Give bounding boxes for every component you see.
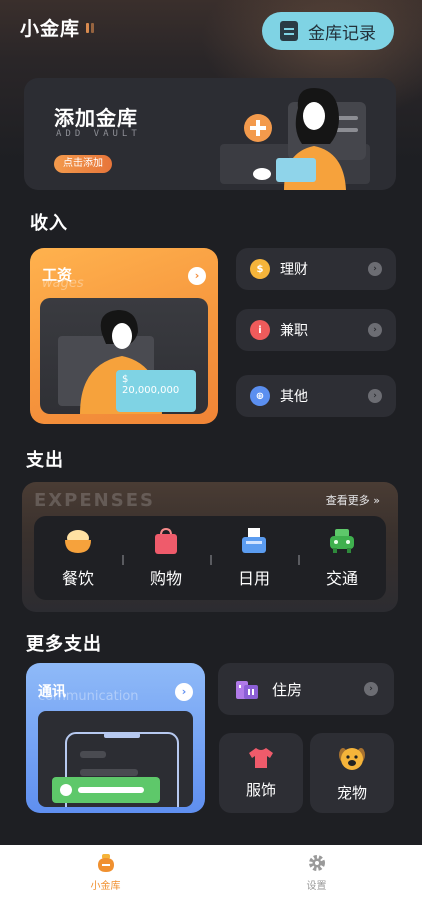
see-more-link[interactable]: 查看更多 »	[326, 492, 380, 508]
see-more-label: 查看更多	[325, 494, 370, 507]
expense-item-label: 日用	[237, 569, 270, 588]
add-vault-banner[interactable]: 添加金库 ADD VAULT 点击添加	[24, 78, 396, 190]
title-bars-icon	[86, 22, 95, 33]
housing-label: 住房	[272, 680, 303, 699]
income-item-label: 兼职	[280, 323, 308, 339]
tab-label: 小金库	[90, 880, 121, 892]
expense-item-shopping[interactable]: 购物	[122, 527, 210, 589]
tab-vault[interactable]: 小金库	[0, 845, 211, 899]
communication-chevron-icon[interactable]: ›	[175, 683, 193, 701]
food-bowl-icon	[65, 530, 91, 553]
dog-icon	[339, 747, 365, 770]
expenses-section-title: 支出	[26, 450, 64, 471]
salary-label: 工资	[42, 266, 73, 284]
clothing-item[interactable]: 服饰	[219, 733, 303, 813]
tab-settings[interactable]: 设置	[211, 845, 422, 899]
chevron-right-icon: ›	[368, 323, 382, 337]
app-title: 小金库	[20, 14, 95, 41]
expense-item-label: 购物	[149, 569, 182, 588]
part-time-icon: i	[250, 320, 270, 340]
other-icon: ⊕	[250, 386, 270, 406]
double-chevron-icon: »	[373, 494, 380, 507]
shopping-bag-icon	[155, 527, 177, 554]
bottom-tab-bar: 小金库 设置	[0, 845, 422, 899]
chevron-right-icon: ›	[368, 262, 382, 276]
communication-label: 通讯	[38, 684, 66, 700]
chevron-right-icon: ›	[368, 389, 382, 403]
expense-item-food[interactable]: 餐饮	[34, 527, 122, 589]
clothing-label: 服饰	[245, 780, 276, 799]
chevron-right-icon: ›	[364, 682, 378, 696]
vault-icon	[97, 853, 114, 872]
vault-records-label: 金库记录	[308, 23, 376, 44]
expense-item-label: 交通	[325, 569, 358, 588]
woman-laptop-illustration	[220, 88, 370, 190]
communication-illustration	[38, 711, 193, 807]
vault-records-button[interactable]: 金库记录	[262, 12, 394, 50]
income-item-label: 其他	[280, 389, 308, 405]
app-title-text: 小金库	[20, 18, 81, 40]
salary-money-card: $ 20,000,000	[116, 370, 196, 412]
add-vault-title: 添加金库	[54, 106, 138, 130]
pets-item[interactable]: 宠物	[310, 733, 394, 813]
settings-gear-icon	[308, 854, 325, 871]
expense-item-label: 餐饮	[61, 569, 94, 588]
income-item-finance[interactable]: $ 理财 ›	[236, 248, 396, 290]
salary-card[interactable]: wages 工资 › $ 20,000,000	[30, 248, 218, 424]
tshirt-icon	[249, 747, 273, 768]
expense-item-daily[interactable]: 日用	[210, 527, 298, 589]
coin-icon: $	[250, 259, 270, 279]
communication-card[interactable]: communication 通讯 ›	[26, 663, 205, 813]
housing-item[interactable]: 住房 ›	[218, 663, 394, 715]
salary-amount: 20,000,000	[122, 385, 180, 396]
more-expenses-section-title: 更多支出	[26, 634, 102, 655]
clipboard-icon	[280, 21, 298, 41]
salary-currency: $	[122, 374, 129, 385]
salary-illustration: $ 20,000,000	[40, 298, 208, 414]
income-item-other[interactable]: ⊕ 其他 ›	[236, 375, 396, 417]
income-item-part-time[interactable]: i 兼职 ›	[236, 309, 396, 351]
salary-chevron-icon[interactable]: ›	[188, 267, 206, 285]
expense-item-transport[interactable]: 交通	[298, 527, 386, 589]
income-item-label: 理财	[280, 262, 308, 278]
tab-label: 设置	[306, 880, 327, 892]
expenses-card: EXPENSES 查看更多 » 餐饮 购物 日用 交通	[22, 482, 398, 612]
income-section-title: 收入	[30, 213, 68, 234]
add-vault-button[interactable]: 点击添加	[54, 155, 112, 173]
expenses-banner-text: EXPENSES	[34, 490, 155, 511]
car-icon	[330, 529, 354, 553]
daily-goods-icon	[242, 528, 266, 553]
pets-label: 宠物	[336, 783, 367, 802]
expenses-categories: 餐饮 购物 日用 交通	[34, 516, 386, 600]
app-screen: 小金库 金库记录 添加金库 ADD VAULT 点击添加 收入 wages 工资	[0, 0, 422, 899]
housing-icon	[236, 681, 258, 699]
add-vault-subtitle: ADD VAULT	[56, 129, 141, 139]
